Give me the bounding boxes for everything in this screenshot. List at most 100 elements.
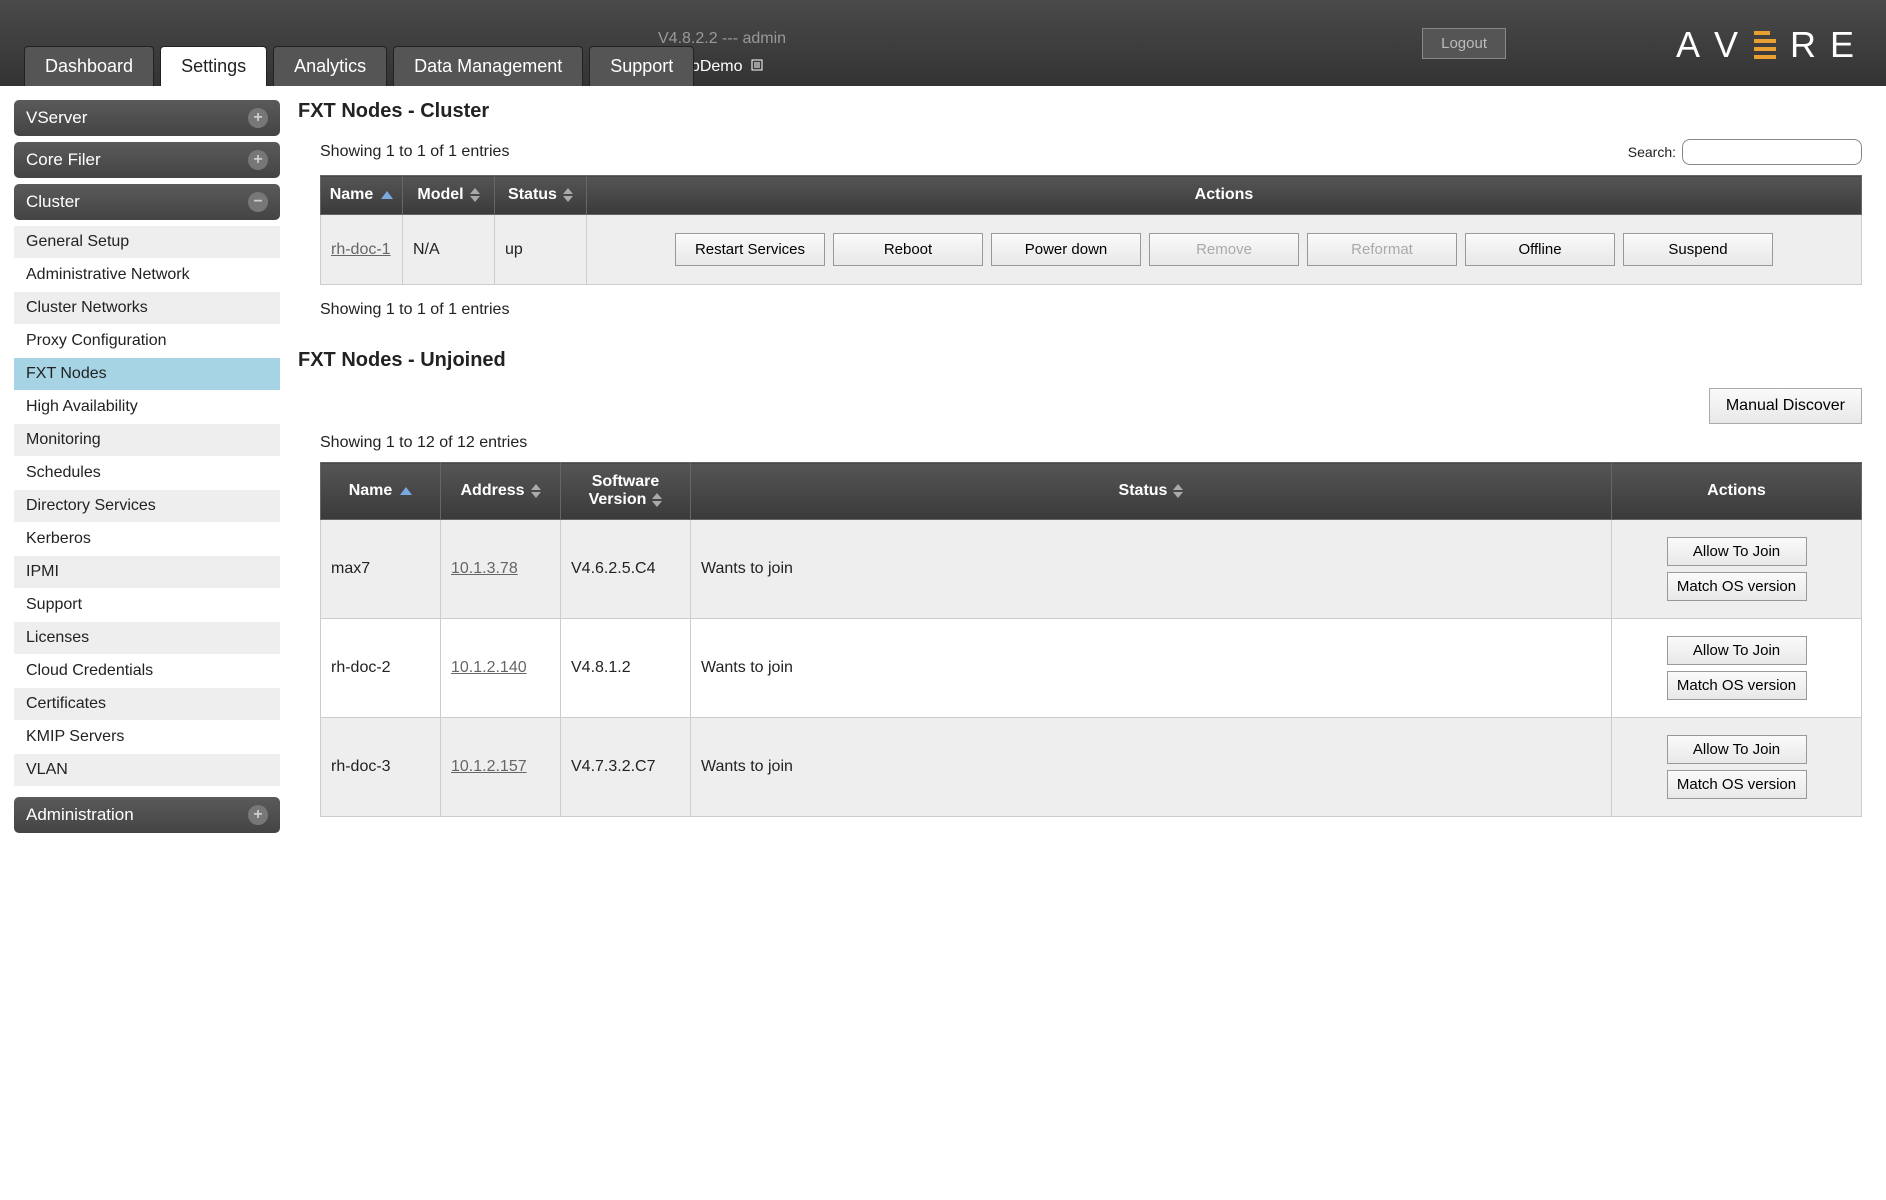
sidebar-item-high-availability[interactable]: High Availability xyxy=(14,391,280,424)
tab-analytics[interactable]: Analytics xyxy=(273,46,387,86)
sidebar-item-certificates[interactable]: Certificates xyxy=(14,688,280,721)
col-status[interactable]: Status xyxy=(691,463,1612,520)
cluster-nodes-table: Name Model Status Actions rh-doc-1N/AupR… xyxy=(320,175,1862,285)
col-status[interactable]: Status xyxy=(495,176,587,215)
allow-to-join-button[interactable]: Allow To Join xyxy=(1667,636,1807,665)
search-label: Search: xyxy=(1628,144,1676,160)
name-cell: rh-doc-3 xyxy=(321,718,441,817)
sidebar: VServer+ Core Filer+ Cluster− General Setup… xyxy=(14,100,280,839)
sort-icon xyxy=(1173,484,1183,498)
col-version[interactable]: Software Version xyxy=(561,463,691,520)
sidebar-section-core-filer[interactable]: Core Filer+ xyxy=(14,142,280,178)
model-cell: N/A xyxy=(403,215,495,285)
sidebar-item-kerberos[interactable]: Kerberos xyxy=(14,523,280,556)
col-address[interactable]: Address xyxy=(441,463,561,520)
unjoined-nodes-table: Name Address Software Version Status Act… xyxy=(320,462,1862,817)
name-cell: max7 xyxy=(321,520,441,619)
table-row: rh-doc-1N/AupRestart ServicesRebootPower… xyxy=(321,215,1862,285)
sidebar-item-ipmi[interactable]: IPMI xyxy=(14,556,280,589)
unjoined-entries-info: Showing 1 to 12 of 12 entries xyxy=(320,434,1862,452)
sidebar-section-cluster[interactable]: Cluster− xyxy=(14,184,280,220)
sort-icon xyxy=(652,493,662,507)
content: FXT Nodes - Cluster Showing 1 to 1 of 1 … xyxy=(298,100,1872,839)
version-cell: V4.6.2.5.C4 xyxy=(561,520,691,619)
status-cell: up xyxy=(495,215,587,285)
match-os-version-button[interactable]: Match OS version xyxy=(1667,671,1807,700)
sidebar-section-vserver[interactable]: VServer+ xyxy=(14,100,280,136)
sidebar-item-general-setup[interactable]: General Setup xyxy=(14,226,280,259)
status-cell: Wants to join xyxy=(691,619,1612,718)
plus-icon: + xyxy=(248,150,268,170)
node-link[interactable]: rh-doc-1 xyxy=(331,241,391,258)
actions-cell: Allow To Join Match OS version xyxy=(1612,619,1862,718)
restart-services-button[interactable]: Restart Services xyxy=(675,233,825,266)
suspend-button[interactable]: Suspend xyxy=(1623,233,1773,266)
address-link[interactable]: 10.1.3.78 xyxy=(451,560,518,577)
sidebar-item-kmip-servers[interactable]: KMIP Servers xyxy=(14,721,280,754)
sidebar-item-support[interactable]: Support xyxy=(14,589,280,622)
sort-asc-icon xyxy=(381,191,393,199)
manual-discover-button[interactable]: Manual Discover xyxy=(1709,388,1862,424)
reboot-button[interactable]: Reboot xyxy=(833,233,983,266)
sidebar-item-fxt-nodes[interactable]: FXT Nodes xyxy=(14,358,280,391)
tab-dashboard[interactable]: Dashboard xyxy=(24,46,154,86)
cluster-section-title: FXT Nodes - Cluster xyxy=(298,100,1862,123)
tab-data-management[interactable]: Data Management xyxy=(393,46,583,86)
col-actions: Actions xyxy=(587,176,1862,215)
sort-icon xyxy=(470,188,480,202)
reformat-button: Reformat xyxy=(1307,233,1457,266)
allow-to-join-button[interactable]: Allow To Join xyxy=(1667,735,1807,764)
header: Logout A V R E V4.8.2.2 --- admin SetupD… xyxy=(0,0,1886,86)
logo-e-icon xyxy=(1754,31,1776,59)
sort-icon xyxy=(563,188,573,202)
version-cell: V4.7.3.2.C7 xyxy=(561,718,691,817)
sidebar-item-directory-services[interactable]: Directory Services xyxy=(14,490,280,523)
actions-cell: Restart ServicesRebootPower downRemoveRe… xyxy=(587,215,1862,285)
sidebar-item-licenses[interactable]: Licenses xyxy=(14,622,280,655)
offline-button[interactable]: Offline xyxy=(1465,233,1615,266)
sidebar-item-vlan[interactable]: VLAN xyxy=(14,754,280,787)
main-tabs: DashboardSettingsAnalyticsData Managemen… xyxy=(24,46,700,86)
plus-icon: + xyxy=(248,108,268,128)
match-os-version-button[interactable]: Match OS version xyxy=(1667,572,1807,601)
entries-info-bottom: Showing 1 to 1 of 1 entries xyxy=(320,301,1862,319)
sidebar-item-cloud-credentials[interactable]: Cloud Credentials xyxy=(14,655,280,688)
address-link[interactable]: 10.1.2.140 xyxy=(451,659,527,676)
sidebar-item-administrative-network[interactable]: Administrative Network xyxy=(14,259,280,292)
search-input[interactable] xyxy=(1682,139,1862,165)
allow-to-join-button[interactable]: Allow To Join xyxy=(1667,537,1807,566)
address-link[interactable]: 10.1.2.157 xyxy=(451,758,527,775)
entries-info: Showing 1 to 1 of 1 entries xyxy=(320,143,509,161)
sort-icon xyxy=(531,484,541,498)
plus-icon: + xyxy=(248,805,268,825)
tab-support[interactable]: Support xyxy=(589,46,694,86)
actions-cell: Allow To Join Match OS version xyxy=(1612,520,1862,619)
sidebar-item-proxy-configuration[interactable]: Proxy Configuration xyxy=(14,325,280,358)
match-os-version-button[interactable]: Match OS version xyxy=(1667,770,1807,799)
logout-button[interactable]: Logout xyxy=(1422,28,1506,59)
tab-settings[interactable]: Settings xyxy=(160,46,267,86)
status-cell: Wants to join xyxy=(691,718,1612,817)
col-actions: Actions xyxy=(1612,463,1862,520)
table-row: rh-doc-3 10.1.2.157 V4.7.3.2.C7Wants to jo… xyxy=(321,718,1862,817)
dropdown-icon xyxy=(751,58,763,76)
version-cell: V4.8.1.2 xyxy=(561,619,691,718)
col-model[interactable]: Model xyxy=(403,176,495,215)
sidebar-item-monitoring[interactable]: Monitoring xyxy=(14,424,280,457)
name-cell: rh-doc-2 xyxy=(321,619,441,718)
table-row: rh-doc-210.1.2.140V4.8.1.2Wants to joinA… xyxy=(321,619,1862,718)
status-cell: Wants to join xyxy=(691,520,1612,619)
col-name[interactable]: Name xyxy=(321,463,441,520)
avere-logo: A V R E xyxy=(1676,24,1856,66)
unjoined-section-title: FXT Nodes - Unjoined xyxy=(298,349,1862,372)
remove-button: Remove xyxy=(1149,233,1299,266)
col-name[interactable]: Name xyxy=(321,176,403,215)
table-row: max710.1.3.78V4.6.2.5.C4Wants to joinAll… xyxy=(321,520,1862,619)
sidebar-item-cluster-networks[interactable]: Cluster Networks xyxy=(14,292,280,325)
power-down-button[interactable]: Power down xyxy=(991,233,1141,266)
minus-icon: − xyxy=(248,192,268,212)
sort-asc-icon xyxy=(400,487,412,495)
sidebar-item-schedules[interactable]: Schedules xyxy=(14,457,280,490)
sidebar-section-administration[interactable]: Administration+ xyxy=(14,797,280,833)
actions-cell: Allow To Join Match OS version xyxy=(1612,718,1862,817)
